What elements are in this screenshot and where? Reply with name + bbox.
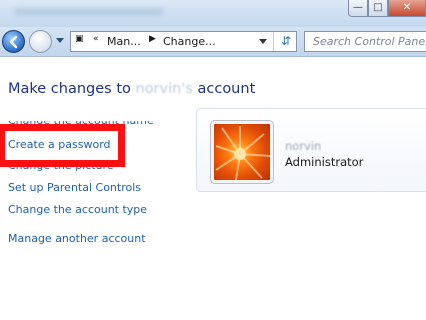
close-button[interactable]: ✕	[388, 0, 426, 17]
control-panel-icon: ▣	[75, 34, 84, 44]
address-dropdown-icon[interactable]	[259, 39, 267, 44]
minimize-icon: —	[353, 1, 363, 13]
breadcrumb-overflow-icon[interactable]: «	[93, 34, 99, 44]
breadcrumb-item-1[interactable]: Man...	[107, 35, 141, 48]
back-arrow-icon	[9, 35, 18, 49]
highlight-box	[0, 124, 125, 167]
change-account-type-link[interactable]: Change the account type	[8, 203, 147, 216]
refresh-button[interactable]: ⇵	[273, 32, 298, 51]
back-button[interactable]	[2, 30, 25, 53]
maximize-icon: □	[373, 1, 383, 13]
breadcrumb-chevron-icon[interactable]: ▶	[149, 34, 156, 44]
user-account-card: norvin Administrator	[196, 108, 426, 192]
breadcrumb-item-2[interactable]: Change...	[163, 35, 216, 48]
refresh-icon: ⇵	[280, 34, 292, 48]
avatar	[210, 120, 274, 184]
address-bar[interactable]: ▣ « Man... ▶ Change... ⇵	[70, 31, 297, 52]
page-title-username: norvin's	[135, 81, 193, 97]
forward-button[interactable]	[29, 30, 52, 53]
search-input[interactable]: Search Control Panel	[304, 31, 426, 52]
maximize-button[interactable]: □	[368, 0, 388, 17]
minimize-button[interactable]: —	[348, 0, 368, 17]
page-title: Make changes to norvin's account	[8, 81, 255, 97]
window-title-blurred	[14, 8, 164, 16]
parental-controls-link[interactable]: Set up Parental Controls	[8, 181, 141, 194]
manage-another-account-link[interactable]: Manage another account	[8, 232, 146, 245]
close-icon: ✕	[402, 1, 412, 13]
window-titlebar: — □ ✕	[0, 0, 426, 27]
page-title-prefix: Make changes to	[8, 81, 136, 97]
flower-picture-icon	[215, 126, 270, 180]
account-type-label: Administrator	[285, 155, 364, 169]
navigation-bar: ▣ « Man... ▶ Change... ⇵ Search Control …	[0, 27, 426, 57]
search-placeholder: Search Control Panel	[313, 35, 426, 48]
page-title-suffix: account	[192, 81, 256, 97]
account-username: norvin	[285, 139, 322, 153]
recent-pages-dropdown-icon[interactable]	[56, 38, 64, 43]
